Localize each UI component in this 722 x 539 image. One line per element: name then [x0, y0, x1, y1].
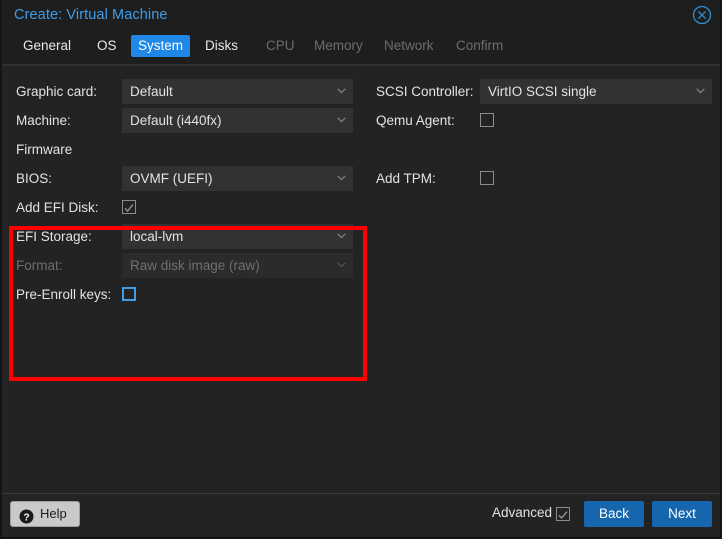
back-button[interactable]: Back: [584, 501, 644, 527]
create-vm-dialog: Create: Virtual Machine General OS System D…: [0, 0, 722, 539]
machine-select[interactable]: Default (i440fx): [122, 108, 353, 133]
tab-os[interactable]: OS: [90, 35, 124, 57]
qemu-agent-checkbox[interactable]: [480, 113, 494, 127]
chevron-down-icon: [337, 233, 346, 239]
bios-value: OVMF (UEFI): [130, 171, 213, 186]
format-label: Format:: [16, 258, 63, 273]
efi-storage-label: EFI Storage:: [16, 229, 92, 244]
tab-cpu: CPU: [266, 38, 295, 53]
tab-disks[interactable]: Disks: [198, 35, 245, 57]
help-button-label: Help: [40, 506, 67, 521]
add-efi-disk-label: Add EFI Disk:: [16, 200, 99, 215]
bios-label: BIOS:: [16, 171, 53, 186]
efi-storage-select[interactable]: local-lvm: [122, 224, 353, 249]
graphic-card-value: Default: [130, 84, 173, 99]
tab-system[interactable]: System: [131, 35, 191, 57]
chevron-down-icon: [337, 175, 346, 181]
system-tab-panel: Firmware Graphic card: Default Machine: Def…: [2, 65, 720, 493]
advanced-checkbox[interactable]: [556, 507, 570, 521]
graphic-card-select[interactable]: Default: [122, 79, 353, 104]
machine-label: Machine:: [16, 113, 71, 128]
format-select: Raw disk image (raw): [122, 253, 353, 278]
tab-network: Network: [384, 38, 434, 53]
advanced-label: Advanced: [491, 505, 552, 520]
wizard-tabbar: General OS System Disks CPU Memory Network Conf…: [2, 31, 720, 65]
dialog-title: Create: Virtual Machine: [14, 7, 168, 23]
pre-enroll-keys-label: Pre-Enroll keys:: [16, 287, 112, 302]
pre-enroll-keys-checkbox[interactable]: [122, 287, 136, 301]
machine-value: Default (i440fx): [130, 113, 222, 128]
efi-storage-value: local-lvm: [130, 229, 184, 244]
question-circle-icon: ?: [19, 507, 34, 523]
tab-general[interactable]: General: [16, 35, 78, 57]
chevron-down-icon: [337, 262, 346, 268]
scsi-controller-select[interactable]: VirtIO SCSI single: [480, 79, 712, 104]
graphic-card-label: Graphic card:: [16, 84, 98, 99]
add-efi-disk-checkbox[interactable]: [122, 200, 136, 214]
bios-select[interactable]: OVMF (UEFI): [122, 166, 353, 191]
help-button[interactable]: ? Help: [10, 501, 80, 527]
checkmark-icon: [123, 201, 135, 213]
chevron-down-icon: [337, 117, 346, 123]
chevron-down-icon: [696, 88, 705, 94]
firmware-section-label: Firmware: [16, 142, 73, 157]
dialog-titlebar: Create: Virtual Machine: [2, 0, 720, 31]
tab-confirm: Confirm: [456, 38, 504, 53]
dialog-footer: ? Help Advanced Back Next: [2, 493, 720, 537]
tab-memory: Memory: [314, 38, 363, 53]
scsi-controller-label: SCSI Controller:: [376, 84, 474, 99]
svg-text:?: ?: [23, 512, 29, 523]
chevron-down-icon: [337, 88, 346, 94]
close-circle-icon[interactable]: [692, 5, 712, 25]
scsi-controller-value: VirtIO SCSI single: [488, 84, 597, 99]
qemu-agent-label: Qemu Agent:: [376, 113, 455, 128]
next-button[interactable]: Next: [652, 501, 712, 527]
format-value: Raw disk image (raw): [130, 258, 260, 273]
add-tpm-checkbox[interactable]: [480, 171, 494, 185]
add-tpm-label: Add TPM:: [376, 171, 436, 186]
